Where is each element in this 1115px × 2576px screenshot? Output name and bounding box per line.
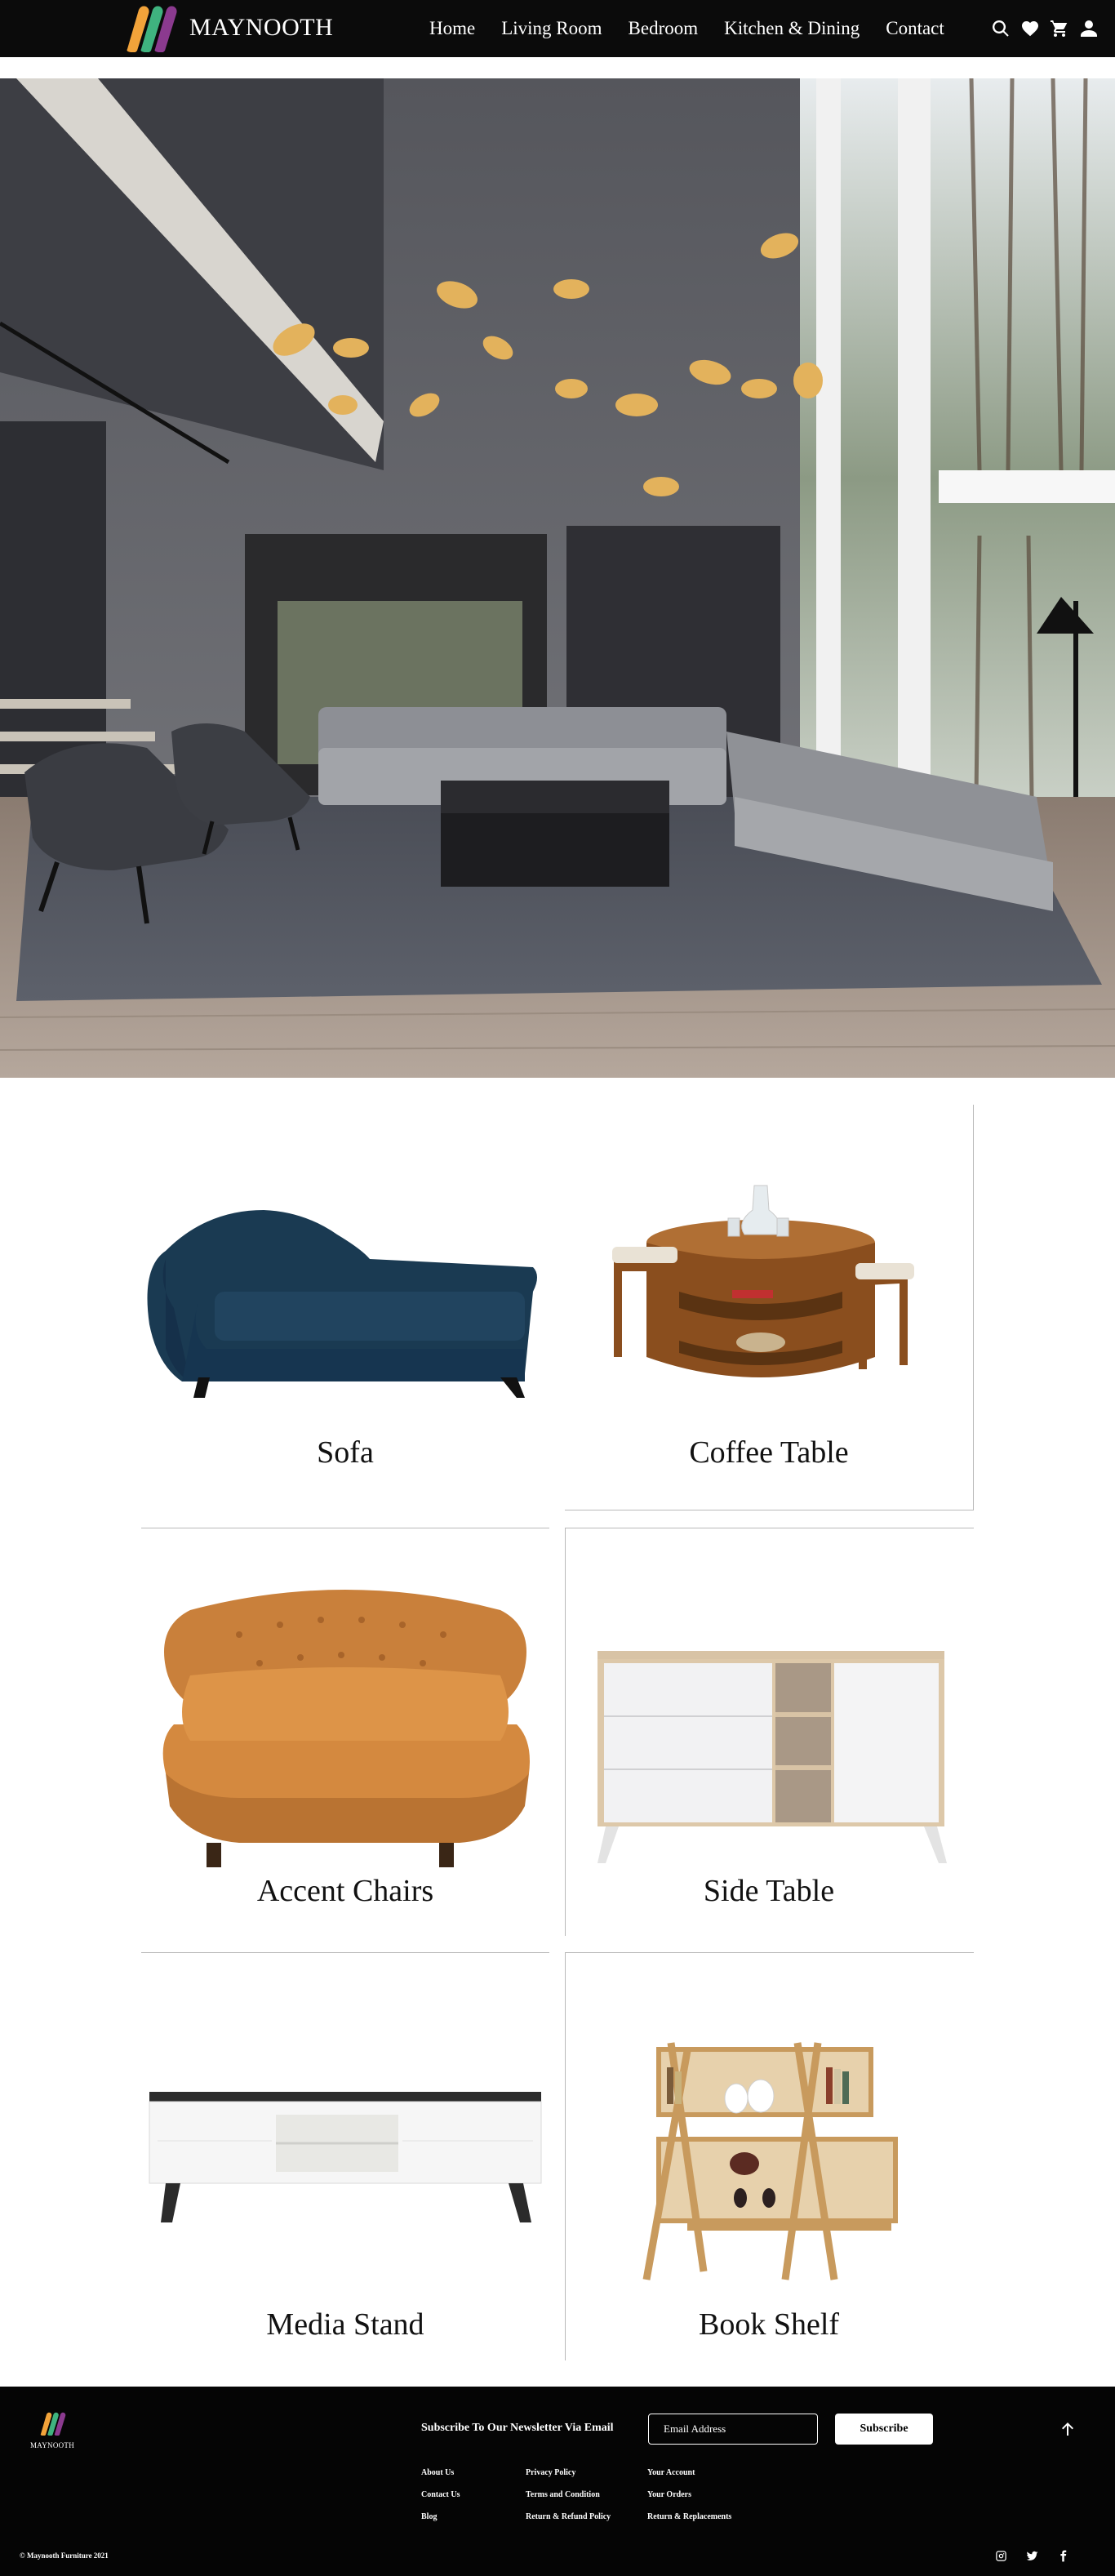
social-links [993, 2547, 1071, 2564]
book-shelf-image [642, 2042, 898, 2280]
category-card-coffee-table[interactable]: Coffee Table [565, 1104, 973, 1510]
logo-mark-icon [40, 2412, 66, 2436]
hero-living-room-image [0, 78, 1115, 1078]
twitter-icon[interactable] [1024, 2547, 1040, 2564]
logo[interactable]: MAYNOOTH [114, 3, 333, 52]
subscribe-button[interactable]: Subscribe [835, 2414, 933, 2445]
footer-logo-text: MAYNOOTH [29, 2441, 75, 2449]
footer-link-blog[interactable]: Blog [421, 2512, 460, 2521]
site-header: MAYNOOTH Home Living Room Bedroom Kitche… [0, 0, 1115, 57]
category-label: Accent Chairs [256, 1874, 434, 1908]
email-field[interactable] [648, 2414, 818, 2445]
facebook-icon[interactable] [1055, 2547, 1071, 2564]
footer-link-returns[interactable]: Return & Replacements [647, 2512, 731, 2521]
category-label: Sofa [317, 1435, 374, 1470]
instagram-icon[interactable] [993, 2547, 1009, 2564]
footer-link-about-us[interactable]: About Us [421, 2468, 460, 2477]
footer-link-refund-policy[interactable]: Return & Refund Policy [526, 2512, 611, 2521]
hero-banner [0, 78, 1115, 1078]
user-icon[interactable] [1077, 17, 1100, 40]
category-card-accent-chairs[interactable]: Accent Chairs [141, 1528, 549, 1935]
site-footer: MAYNOOTH Subscribe To Our Newsletter Via… [0, 2387, 1115, 2576]
nav-bedroom[interactable]: Bedroom [629, 18, 699, 39]
newsletter-title: Subscribe To Our Newsletter Via Email [421, 2422, 614, 2434]
category-label: Media Stand [266, 2307, 424, 2342]
side-table-image [597, 1651, 947, 1863]
category-label: Coffee Table [689, 1435, 849, 1470]
category-card-side-table[interactable]: Side Table [565, 1528, 973, 1935]
nav-kitchen-dining[interactable]: Kitchen & Dining [724, 18, 860, 39]
coffee-table-image [612, 1185, 914, 1377]
footer-links-legal: Privacy Policy Terms and Condition Retur… [526, 2468, 611, 2534]
footer-links-company: About Us Contact Us Blog [421, 2468, 460, 2534]
category-card-sofa[interactable]: Sofa [141, 1104, 549, 1510]
copyright-text: © Maynooth Furniture 2021 [20, 2552, 109, 2560]
arrow-up-icon[interactable] [1058, 2419, 1077, 2439]
cart-icon[interactable] [1048, 17, 1071, 40]
sofa-image [147, 1210, 537, 1398]
accent-chair-image [162, 1590, 530, 1867]
header-actions [989, 0, 1100, 57]
nav-home[interactable]: Home [429, 18, 475, 39]
category-card-book-shelf[interactable]: Book Shelf [565, 1953, 973, 2360]
logo-text: MAYNOOTH [189, 14, 334, 41]
category-label: Book Shelf [698, 2307, 840, 2342]
media-stand-image [149, 2092, 542, 2222]
footer-link-privacy-policy[interactable]: Privacy Policy [526, 2468, 611, 2477]
grid-line [973, 1105, 974, 1510]
nav-living-room[interactable]: Living Room [501, 18, 602, 39]
footer-link-your-account[interactable]: Your Account [647, 2468, 731, 2477]
category-label: Side Table [703, 1874, 835, 1908]
heart-icon[interactable] [1019, 17, 1042, 40]
logo-mark-icon [127, 6, 177, 52]
footer-link-contact-us[interactable]: Contact Us [421, 2490, 460, 2499]
search-icon[interactable] [989, 17, 1012, 40]
main-nav: Home Living Room Bedroom Kitchen & Dinin… [429, 0, 944, 57]
footer-link-your-orders[interactable]: Your Orders [647, 2490, 731, 2499]
footer-links-account: Your Account Your Orders Return & Replac… [647, 2468, 731, 2534]
footer-logo[interactable]: MAYNOOTH [28, 2411, 77, 2449]
footer-link-terms[interactable]: Terms and Condition [526, 2490, 611, 2499]
nav-contact[interactable]: Contact [886, 18, 944, 39]
category-card-media-stand[interactable]: Media Stand [141, 1953, 549, 2360]
